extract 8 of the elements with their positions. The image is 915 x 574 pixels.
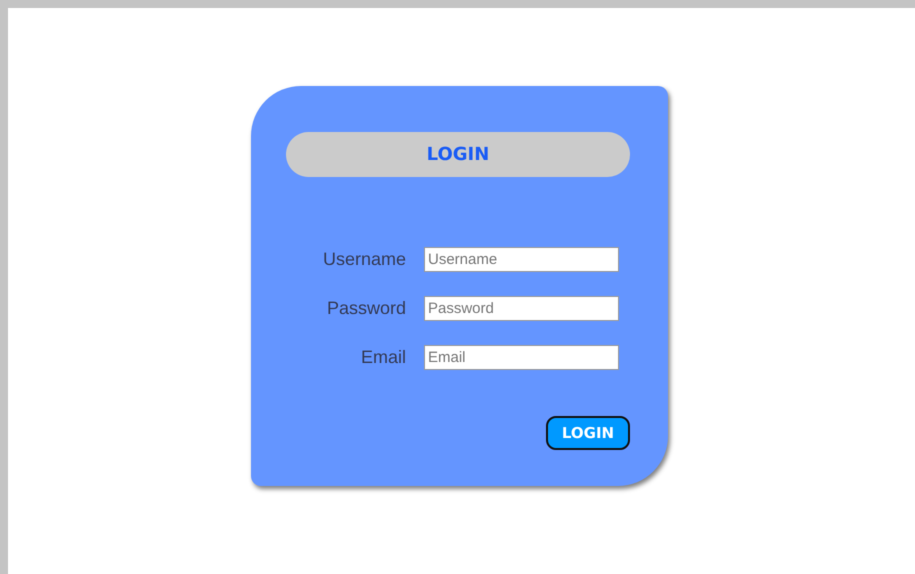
- login-heading: LOGIN: [286, 132, 630, 177]
- field-label: Username: [322, 249, 406, 270]
- input-field[interactable]: Username: [424, 247, 619, 272]
- login-button[interactable]: LOGIN: [546, 416, 630, 450]
- input-field[interactable]: Email: [424, 345, 619, 370]
- field-label: Email: [360, 347, 406, 368]
- input-field[interactable]: Password: [424, 296, 619, 321]
- field-label: Password: [326, 298, 406, 319]
